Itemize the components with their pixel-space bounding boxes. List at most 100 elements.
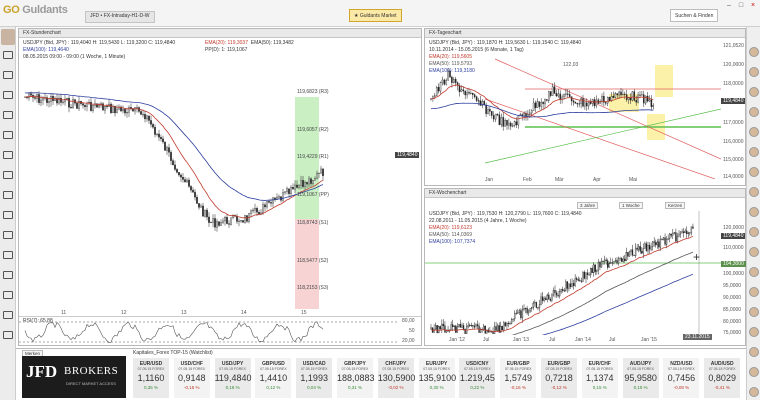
contact-avatar[interactable] — [749, 127, 759, 137]
candle-body — [220, 222, 222, 226]
candle-body — [678, 233, 680, 237]
tile-price: 0,8029 — [708, 373, 736, 383]
contact-avatar[interactable] — [749, 107, 759, 117]
highlight-zone — [655, 65, 673, 97]
candle-body — [300, 180, 302, 186]
candle-body — [445, 79, 447, 85]
contact-avatar[interactable] — [749, 327, 759, 337]
contact-avatar[interactable] — [749, 67, 759, 77]
star-icon[interactable] — [3, 211, 13, 219]
candle-body — [168, 147, 170, 153]
watchlist-tile[interactable]: USD/CNY 07.05.15 FOREX 1.219,45 0,22 % — [459, 358, 496, 398]
contact-avatar[interactable] — [749, 187, 759, 197]
watchlist-tile[interactable]: USD/JPY 07.05.15 FOREX 119,4840 0,18 % — [214, 358, 251, 398]
minimize-icon[interactable]: – — [724, 2, 734, 10]
calendar-icon[interactable] — [3, 131, 13, 139]
weekly-y-label: 120,0000 — [723, 225, 744, 231]
watchlist-tile[interactable]: AUD/JPY 07.05.15 FOREX 95,9580 0,15 % — [622, 358, 659, 398]
contact-avatar[interactable] — [749, 47, 759, 57]
print-icon[interactable] — [3, 291, 13, 299]
watchlist-tile[interactable]: GBP/USD 07.05.15 FOREX 1,4410 0,12 % — [255, 358, 292, 398]
chart-type-select[interactable]: Kerzen — [665, 202, 686, 209]
help-icon[interactable] — [3, 271, 13, 279]
maximize-icon[interactable]: □ — [736, 2, 746, 10]
candle-body — [647, 245, 649, 252]
layout-icon[interactable] — [3, 231, 13, 239]
close-icon[interactable]: × — [748, 2, 758, 10]
tools-icon[interactable] — [3, 251, 13, 259]
candle-body — [595, 99, 598, 106]
candle-body — [434, 325, 437, 330]
candle-body — [70, 107, 72, 109]
candle-body — [206, 209, 208, 218]
candle-body — [76, 102, 78, 109]
watchlist-title: Kapitales_Forex TOP-15 (Watchlist) — [133, 350, 213, 356]
candle-body — [520, 310, 522, 319]
candle-body — [174, 164, 176, 170]
user-avatar[interactable] — [1, 29, 15, 45]
candle-body — [536, 101, 539, 108]
folder-icon[interactable] — [3, 171, 13, 179]
contact-avatar[interactable] — [749, 247, 759, 257]
interval-select[interactable]: 1 Woche — [619, 202, 643, 209]
contact-avatar[interactable] — [749, 87, 759, 97]
watchlist-tile[interactable]: CHF/JPY 07.05.15 FOREX 130,5900 -0,02 % — [377, 358, 415, 398]
search-button[interactable]: Suchen & Finden — [670, 9, 719, 22]
candle-body — [310, 178, 312, 184]
monitor-icon[interactable] — [3, 51, 13, 59]
broker-banner[interactable]: JFD BROKERS DIRECT MARKET ACCESS — [22, 356, 126, 398]
chart-icon[interactable] — [3, 71, 13, 79]
candle-body — [256, 208, 258, 213]
candle-body — [588, 274, 590, 276]
watchlist-tile[interactable]: USD/CAD 07.05.15 FOREX 1,1993 0,04 % — [296, 358, 333, 398]
watchlist-tile[interactable]: EUR/CHF 07.05.15 FOREX 1,1374 0,15 % — [581, 358, 618, 398]
candle-body — [667, 238, 669, 240]
workspace-tab[interactable]: JFD • FX-Intraday-H1-D-W — [85, 11, 155, 23]
watchlist-tile[interactable]: EUR/GBP 07.05.15 FOREX 1,5749 -0,16 % — [500, 358, 537, 398]
watchlist-tile[interactable]: USD/CHF 07.05.15 FOREX 0,9148 -0,15 % — [173, 358, 210, 398]
contact-avatar[interactable] — [749, 287, 759, 297]
candle-body — [304, 182, 306, 187]
candle-body — [483, 325, 485, 330]
rsi-subpanel: RSI(7): 65,88 80,00 50 20,00 — [19, 316, 421, 346]
contact-avatar[interactable] — [749, 387, 759, 397]
candle-body — [538, 101, 541, 107]
watchlist-tile[interactable]: EUR/GBP 07.05.15 FOREX 0,7218 -0,12 % — [541, 358, 577, 398]
candle-body — [476, 324, 479, 327]
watchlist-tile[interactable]: NZD/USD 07.05.15 FOREX 0,7456 -0,08 % — [663, 358, 700, 398]
contact-avatar[interactable] — [749, 147, 759, 157]
watchlist-tile[interactable]: EUR/JPY 07.05.15 FOREX 135,9100 0,30 % — [418, 358, 456, 398]
candle-body — [208, 216, 210, 223]
contact-avatar[interactable] — [749, 267, 759, 277]
tile-date: 07.05.15 FOREX — [627, 367, 654, 371]
gear-icon[interactable] — [3, 151, 13, 159]
candle-body — [572, 100, 575, 103]
contact-avatar[interactable] — [749, 167, 759, 177]
tile-date: 07.05.15 FOREX — [219, 367, 246, 371]
candle-body — [549, 91, 552, 96]
candle-body — [216, 221, 218, 228]
message-icon[interactable] — [3, 331, 13, 339]
contact-avatar[interactable] — [749, 227, 759, 237]
candle-body — [240, 220, 242, 222]
contact-avatar[interactable] — [749, 367, 759, 377]
candle-body — [631, 249, 634, 256]
guldants-market-button[interactable]: ★ Guldants Market — [349, 9, 402, 22]
news-icon[interactable] — [3, 111, 13, 119]
candle-body — [489, 109, 491, 112]
list-icon[interactable] — [3, 91, 13, 99]
candle-body — [506, 323, 508, 326]
timeframe-select[interactable]: 3 Jahre — [577, 202, 599, 209]
contact-avatar[interactable] — [749, 347, 759, 357]
candle-body — [532, 302, 534, 308]
watchlist-tile[interactable]: EUR/USD 07.05.15 FOREX 1,1160 0,35 % — [133, 358, 169, 398]
candle-body — [496, 113, 499, 116]
export-icon[interactable] — [3, 311, 13, 319]
contact-avatar[interactable] — [749, 307, 759, 317]
watchlist-tile[interactable]: AUD/USD 07.05.15 FOREX 0,8029 -0,41 % — [704, 358, 741, 398]
bell-icon[interactable] — [3, 191, 13, 199]
tile-date: 07.05.15 FOREX — [341, 367, 369, 371]
hourly-chart-canvas[interactable] — [19, 57, 421, 309]
contact-avatar[interactable] — [749, 207, 759, 217]
watchlist-tile[interactable]: GBP/JPY 07.05.15 FOREX 188,0883 0,31 % — [337, 358, 375, 398]
